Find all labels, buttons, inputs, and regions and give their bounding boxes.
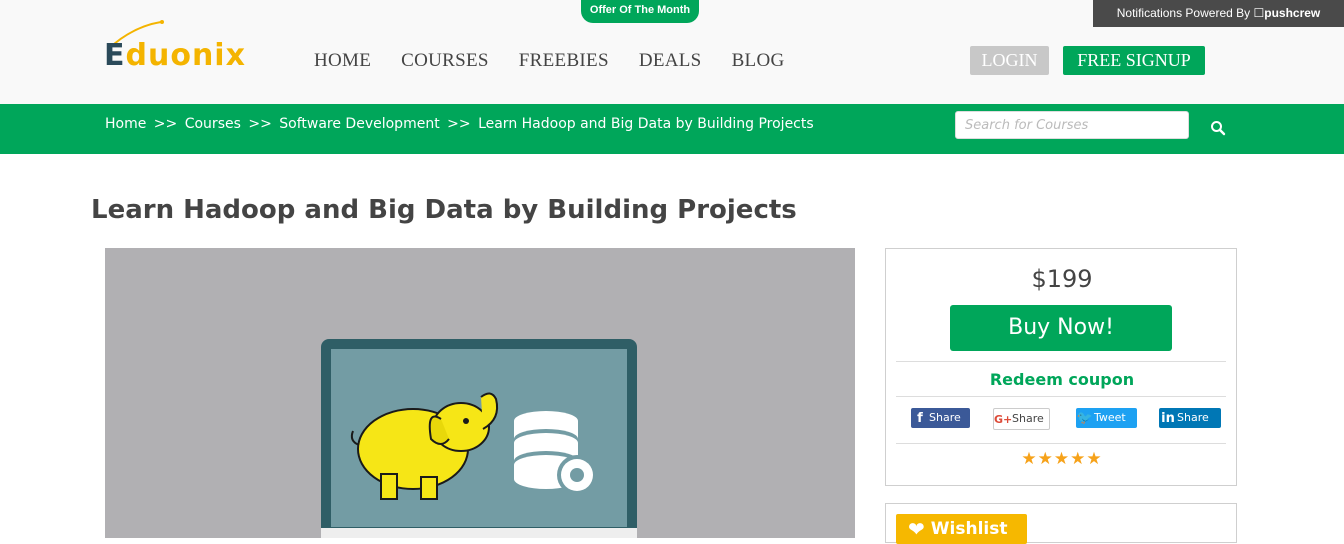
twitter-tweet-button[interactable]: 🐦 Tweet [1076,408,1137,428]
hadoop-elephant-icon [350,392,597,500]
login-button[interactable]: LOGIN [970,46,1049,75]
linkedin-icon: in [1161,411,1175,426]
star-icon: ★ [1053,449,1071,469]
breadcrumb-bar: Home >> Courses >> Software Development … [0,104,1344,154]
nav-courses[interactable]: COURSES [401,50,489,72]
search-input[interactable]: Search for Courses [955,111,1189,139]
laptop-base [321,528,637,538]
buy-now-button[interactable]: Buy Now! [950,305,1172,351]
course-price: $199 [1031,265,1093,293]
free-signup-button[interactable]: FREE SIGNUP [1063,46,1205,75]
page-title: Learn Hadoop and Big Data by Building Pr… [91,195,797,226]
pushcrew-prefix: Notifications Powered By [1116,6,1251,20]
breadcrumb-courses[interactable]: Courses [185,116,241,132]
rating-stars: ★★★★★ [886,449,1238,469]
breadcrumb-separator: >> [447,116,471,132]
facebook-icon: f [917,411,923,426]
search-icon[interactable] [1210,120,1226,136]
heart-icon: ❤ [908,517,925,541]
pushcrew-brand: pushcrew [1264,6,1321,20]
wishlist-button[interactable]: ❤ Wishlist [896,514,1027,544]
breadcrumb-current: Learn Hadoop and Big Data by Building Pr… [478,116,814,132]
twitter-icon: 🐦 [1076,411,1094,426]
laptop-screen [331,349,627,527]
course-hero-image[interactable] [105,248,855,538]
star-icon: ★ [1070,449,1087,469]
redeem-coupon-link[interactable]: Redeem coupon [886,370,1238,389]
nav-home[interactable]: HOME [314,50,371,72]
google-plus-share-button[interactable]: G+ Share [993,408,1050,430]
pushcrew-notification-bar[interactable]: Notifications Powered By ☐pushcrew [1093,0,1344,27]
nav-blog[interactable]: BLOG [732,50,785,72]
google-plus-icon: G+ [994,413,1013,426]
offer-of-the-month-badge[interactable]: Offer Of The Month [581,0,699,23]
divider [896,443,1226,444]
divider [896,361,1226,362]
eduonix-logo[interactable]: Eduonix [104,18,254,80]
breadcrumb-software-development[interactable]: Software Development [279,116,439,132]
star-icon: ★ [1037,449,1054,469]
laptop-illustration [321,339,637,538]
nav-deals[interactable]: DEALS [639,50,702,72]
star-icon: ★ [1086,449,1103,469]
main-nav: HOME COURSES FREEBIES DEALS BLOG [314,50,784,72]
nav-freebies[interactable]: FREEBIES [519,50,609,72]
breadcrumb-home[interactable]: Home [105,116,146,132]
logo-text: Eduonix [104,38,246,73]
breadcrumb-separator: >> [248,116,272,132]
breadcrumb: Home >> Courses >> Software Development … [105,116,814,132]
breadcrumb-separator: >> [153,116,178,132]
facebook-share-button[interactable]: f Share [911,408,970,428]
database-gear-icon [514,411,597,495]
wishlist-panel: ❤ Wishlist [885,503,1237,544]
purchase-panel: $199 Buy Now! Redeem coupon f Share G+ S… [885,248,1237,486]
star-icon: ★ [1021,449,1038,469]
divider [896,396,1226,397]
linkedin-share-button[interactable]: in Share [1159,408,1221,428]
pushcrew-logo-icon: ☐ [1253,6,1265,20]
